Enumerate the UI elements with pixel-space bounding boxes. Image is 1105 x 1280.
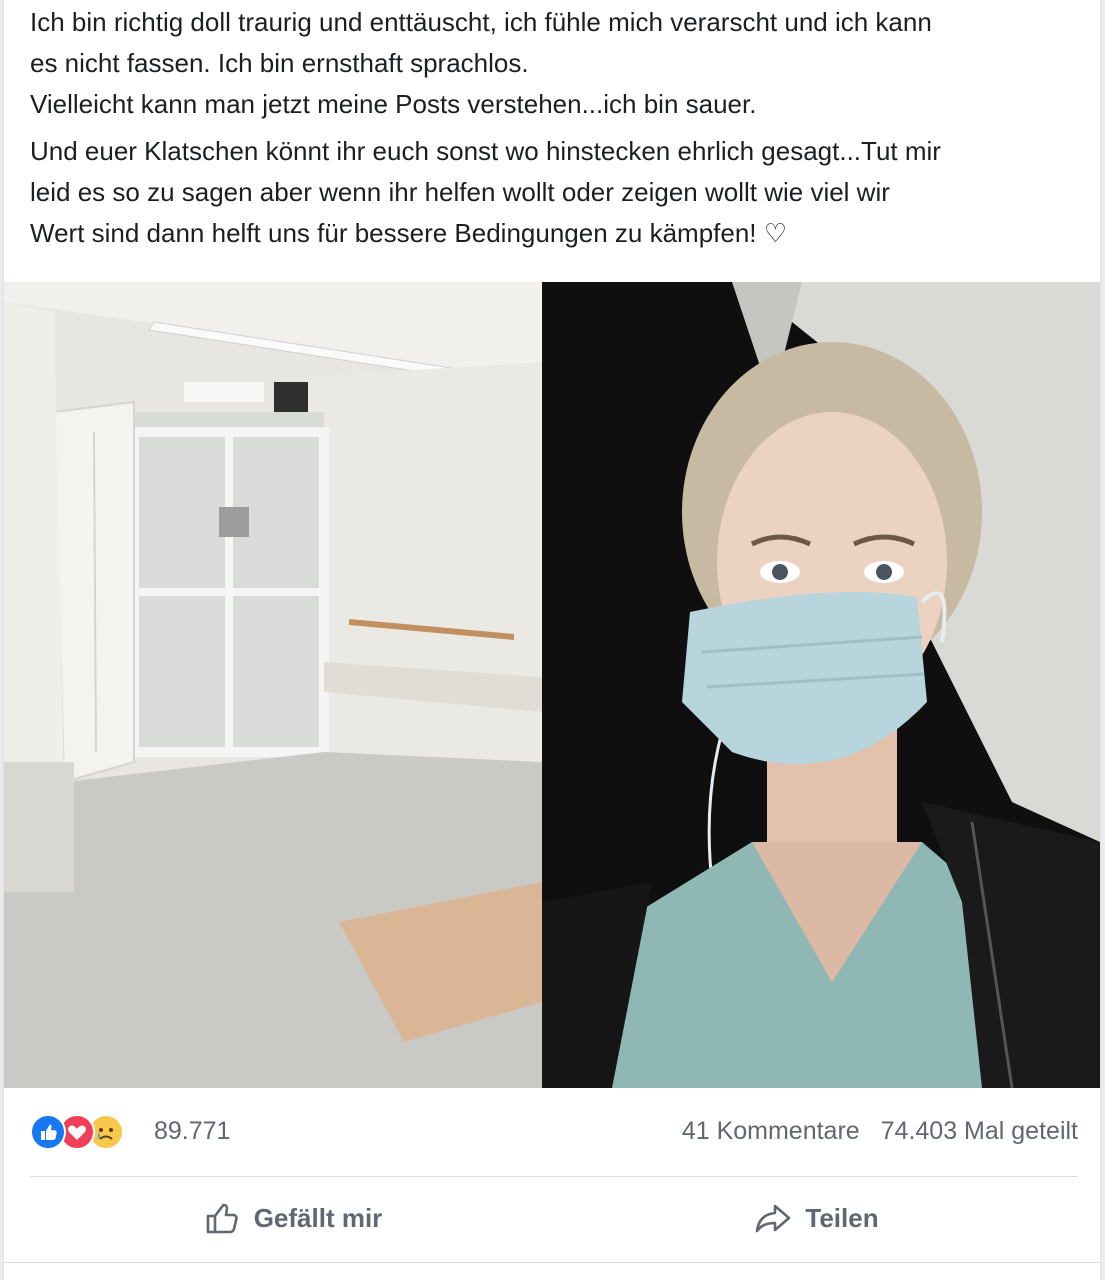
corridor-photo xyxy=(4,282,542,1088)
photo-collage xyxy=(4,282,1100,1088)
post-paragraph-1: Ich bin richtig doll traurig und enttäus… xyxy=(30,2,1080,125)
divider xyxy=(30,1176,1078,1177)
post-stats: 41 Kommentare 74.403 Mal geteilt xyxy=(682,1117,1078,1146)
post-text: Ich bin richtig doll traurig und enttäus… xyxy=(30,2,1080,254)
nurse-selfie-photo xyxy=(542,282,1100,1088)
reactions-summary: 89.771 41 Kommentare 74.403 Mal geteilt xyxy=(30,1110,1078,1154)
post-line: Wert sind dann helft uns für bessere Bed… xyxy=(30,218,788,248)
reaction-icons[interactable] xyxy=(30,1114,150,1150)
divider xyxy=(4,1262,1100,1263)
post-action-bar: Gefällt mir Teilen xyxy=(30,1180,1078,1256)
post-line: Vielleicht kann man jetzt meine Posts ve… xyxy=(30,89,757,119)
post-photo[interactable] xyxy=(4,282,1100,1088)
facebook-post: Ich bin richtig doll traurig und enttäus… xyxy=(3,0,1101,1280)
like-icon xyxy=(30,1114,66,1150)
share-arrow-icon xyxy=(756,1204,791,1233)
comments-count-link[interactable]: 41 Kommentare xyxy=(682,1117,860,1145)
post-line: Ich bin richtig doll traurig und enttäus… xyxy=(30,7,932,37)
like-button-label: Gefällt mir xyxy=(253,1202,383,1233)
post-line: Und euer Klatschen könnt ihr euch sonst … xyxy=(30,136,941,166)
reaction-count[interactable]: 89.771 xyxy=(154,1117,230,1146)
share-button-label: Teilen xyxy=(805,1202,879,1233)
post-line: leid es so zu sagen aber wenn ihr helfen… xyxy=(30,177,890,207)
share-button[interactable]: Teilen xyxy=(554,1180,1078,1256)
shares-count-link[interactable]: 74.403 Mal geteilt xyxy=(881,1117,1078,1145)
post-line: es nicht fassen. Ich bin ernsthaft sprac… xyxy=(30,48,529,78)
post-paragraph-2: Und euer Klatschen könnt ihr euch sonst … xyxy=(30,131,1080,254)
thumbs-up-icon xyxy=(206,1203,238,1234)
like-button[interactable]: Gefällt mir xyxy=(30,1180,554,1256)
